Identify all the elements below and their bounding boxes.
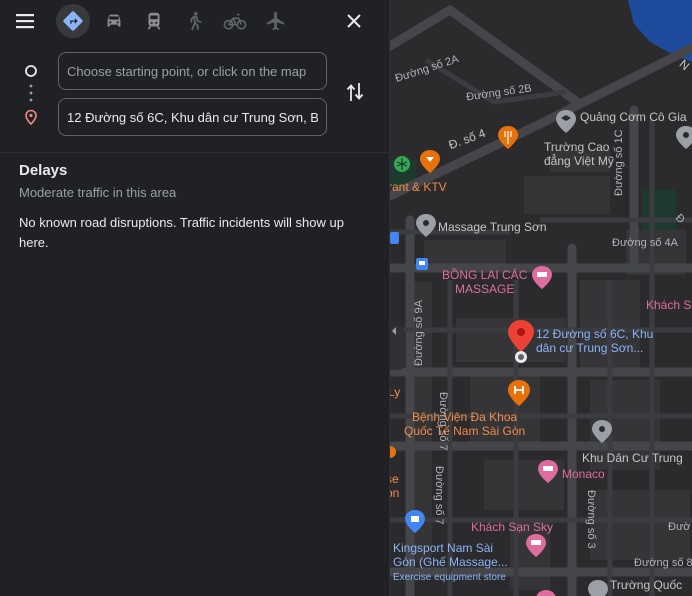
travel-mode-bar [0,0,390,42]
poi-label: Bệnh Viện Đa Khoa Quốc Tế Nam Sài Gòn [404,410,526,438]
mode-transit-button[interactable] [137,4,171,38]
delays-subtitle: Moderate traffic in this area [19,185,177,200]
poi-label: Khách S [646,298,692,312]
poi-label: rant & KTV [390,180,447,194]
destination-label: 12 Đường số 6C, Khu dân cư Trung Sơn... [536,327,654,355]
destination-input[interactable] [67,109,318,125]
car-icon [107,14,121,27]
starting-point-field[interactable] [58,52,327,90]
poi-label: Khu Dân Cư Trung [582,451,683,465]
delays-section: Delays Moderate traffic in this area No … [19,162,374,253]
poi-label: se on [390,472,400,500]
swap-arrows-icon [346,83,364,101]
menu-button[interactable] [12,8,38,34]
mode-walking-button[interactable] [178,4,212,38]
road-label: Đường số 1C [613,129,625,196]
hamburger-menu-icon [16,14,34,29]
poi-label: Ly [390,385,401,399]
train-icon [147,12,161,30]
road-label: Đườ [668,521,691,533]
route-connector [25,65,37,126]
poi-label: BỒNG LAI CÁC MASSAGE [442,268,528,296]
road-label: Đường số 3 [585,490,597,549]
section-divider [0,152,390,153]
start-point-icon [25,65,37,77]
road-label: Đường số 8D [634,557,692,569]
delays-title: Delays [19,162,68,179]
poi-label: Monaco [562,467,605,481]
delays-message: No known road disruptions. Traffic incid… [19,215,344,250]
chevron-left-icon [392,327,396,335]
mode-flights-button[interactable] [259,4,293,38]
mode-driving-button[interactable] [97,4,131,38]
poi-label: Khách Sạn Sky [471,520,554,534]
swap-points-button[interactable] [341,78,369,106]
bicycle-icon [223,13,247,30]
road-label: Đường số 9A [413,300,425,366]
map-canvas[interactable]: Đường số 2A Đường số 2B Đ. số 4 N Quảng … [390,0,692,596]
poi-label: Trường Quốc [610,578,683,592]
road-label: Đường số 4A [612,237,678,249]
destination-pin-icon [25,109,37,126]
close-icon [347,14,361,28]
directions-panel: Delays Moderate traffic in this area No … [0,0,390,596]
park-marker-icon [394,156,410,172]
close-directions-button[interactable] [341,8,367,34]
collapse-panel-button[interactable] [390,326,404,370]
diamond-turn-icon [63,11,83,31]
starting-point-input[interactable] [67,63,318,79]
poi-label: Kingsport Nam Sài Gòn (Ghế Massage... [393,541,508,569]
walking-icon [190,11,202,31]
poi-category-label: Exercise equipment store [393,572,506,583]
mode-cycling-button[interactable] [218,4,252,38]
road-label: Đường số 7 [433,466,445,525]
poi-label: Trường Cao đẳng Việt Mỹ [544,140,614,168]
poi-label: Massage Trung Sơn [438,220,547,234]
mode-best-route-button[interactable] [56,4,90,38]
poi-label: Quảng Cơm Cô Gia [580,110,687,124]
plane-icon [266,11,285,31]
destination-field[interactable] [58,98,327,136]
